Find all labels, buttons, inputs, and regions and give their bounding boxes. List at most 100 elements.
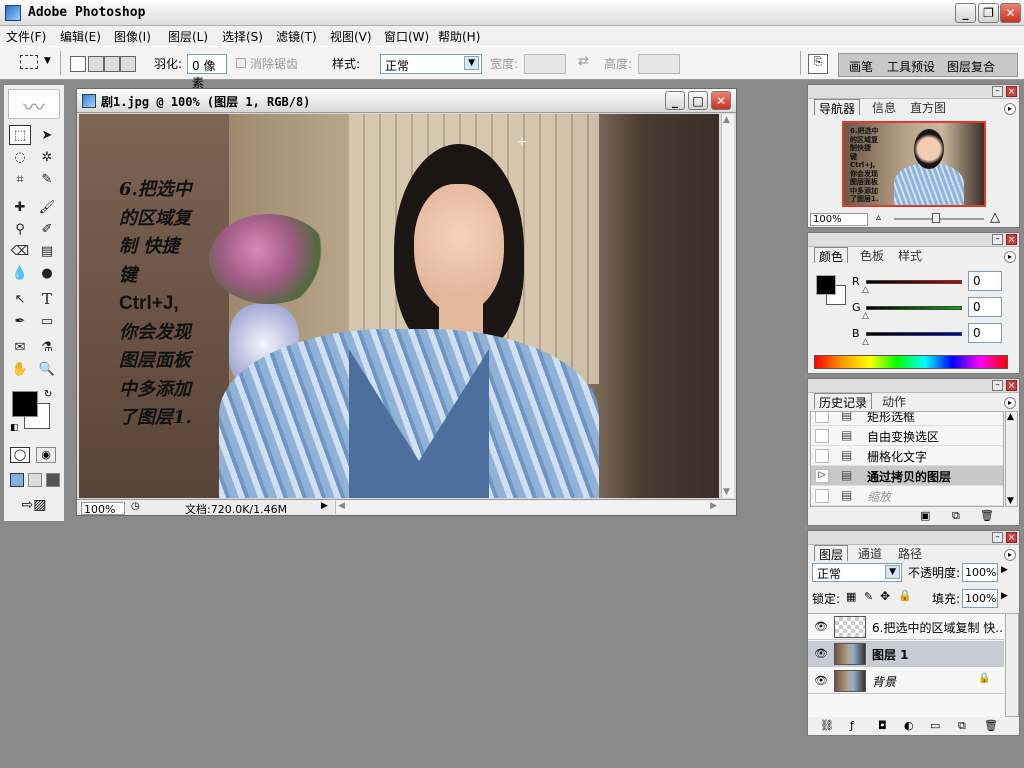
eyedropper-icon[interactable]: ⚗ [36, 337, 58, 357]
full-screen-menu-icon[interactable] [28, 473, 42, 487]
history-item[interactable]: ▷ ▤ 通过拷贝的图层 [811, 466, 1003, 486]
swap-colors-icon[interactable]: ↻ [44, 389, 52, 400]
menu-layer[interactable]: 图层(L) [168, 28, 208, 45]
history-brush-source-box[interactable] [815, 412, 829, 423]
style-select[interactable]: 正常 ▼ [380, 54, 482, 74]
clone-stamp-icon[interactable]: ⚲ [9, 219, 31, 239]
doc-minimize-button[interactable]: _ [665, 91, 685, 110]
well-tab-tool-presets[interactable]: 工具预设 [887, 58, 935, 75]
new-selection-icon[interactable] [70, 56, 86, 72]
status-menu-arrow-icon[interactable]: ▶ [321, 501, 328, 511]
panel-menu-icon[interactable]: ▸ [1004, 251, 1016, 263]
scroll-up-icon[interactable]: ▲ [723, 115, 730, 125]
zoom-in-icon[interactable]: △ [990, 210, 1000, 225]
height-input[interactable] [638, 54, 680, 74]
dodge-icon[interactable]: ● [36, 263, 58, 283]
history-brush-source-box[interactable] [815, 489, 829, 503]
move-tool-icon[interactable]: ➤ [36, 125, 58, 145]
menu-edit[interactable]: 编辑(E) [60, 28, 101, 45]
subtract-selection-icon[interactable] [104, 56, 120, 72]
tab-navigator[interactable]: 导航器 [814, 99, 861, 116]
trash-icon[interactable]: 🗑 [980, 509, 994, 522]
marquee-preset-icon[interactable] [20, 55, 38, 69]
tab-channels[interactable]: 通道 [854, 545, 886, 561]
fill-arrow-icon[interactable]: ▶ [1001, 591, 1008, 601]
close-button[interactable]: ✕ [1000, 3, 1021, 23]
blur-icon[interactable]: 💧 [9, 263, 31, 283]
menu-file[interactable]: 文件(F) [6, 28, 46, 45]
intersect-selection-icon[interactable] [120, 56, 136, 72]
foreground-color-swatch[interactable] [12, 391, 38, 417]
notes-icon[interactable]: ✉ [9, 337, 31, 357]
tab-history[interactable]: 历史记录 [814, 393, 873, 410]
new-layer-icon[interactable]: ⧉ [958, 719, 966, 733]
add-selection-icon[interactable] [88, 56, 104, 72]
vertical-scrollbar[interactable]: ▲ ▼ [721, 114, 734, 498]
menu-filter[interactable]: 滤镜(T) [276, 28, 317, 45]
layer-mask-icon[interactable]: ◘ [878, 719, 887, 732]
panel-close-icon[interactable]: × [1006, 234, 1017, 245]
brush-icon[interactable]: 🖌 [36, 197, 58, 217]
tab-color[interactable]: 颜色 [814, 247, 849, 264]
channel-slider[interactable] [866, 306, 962, 310]
zoom-icon[interactable]: 🔍 [36, 359, 58, 379]
scroll-down-icon[interactable]: ▼ [723, 487, 730, 497]
slider-thumb-icon[interactable]: △ [862, 285, 869, 295]
panel-menu-icon[interactable]: ▸ [1004, 103, 1016, 115]
well-tab-layer-comps[interactable]: 图层复合 [947, 58, 995, 75]
doc-close-button[interactable]: ✕ [711, 91, 731, 110]
channel-value-input[interactable]: 0 [968, 271, 1002, 291]
color-foreground-swatch[interactable] [816, 275, 836, 295]
gradient-icon[interactable]: ▤ [36, 241, 58, 261]
link-layers-icon[interactable]: ⛓ [820, 719, 834, 732]
menu-help[interactable]: 帮助(H) [438, 28, 480, 45]
quick-mask-mode-icon[interactable]: ◉ [36, 447, 56, 463]
panel-menu-icon[interactable]: ▸ [1004, 549, 1016, 561]
status-info-icon[interactable]: ◷ [131, 501, 140, 512]
opacity-input[interactable]: 100% [962, 563, 998, 582]
full-screen-icon[interactable] [46, 473, 60, 487]
rect-marquee-icon[interactable]: ⬚ [9, 125, 31, 145]
slice-icon[interactable]: ✎ [36, 169, 58, 189]
layer-style-icon[interactable]: ƒ [850, 719, 854, 732]
lock-image-icon[interactable]: ✎ [864, 590, 873, 603]
magic-wand-icon[interactable]: ✲ [36, 147, 58, 167]
lasso-icon[interactable]: ◌ [9, 147, 31, 167]
history-brush-source-box[interactable]: ▷ [815, 469, 829, 483]
menu-view[interactable]: 视图(V) [330, 28, 372, 45]
layer-row[interactable]: 👁 背景 🔒 [808, 668, 1004, 694]
scroll-down-icon[interactable]: ▼ [1007, 496, 1014, 506]
swap-icon[interactable]: ⇄ [578, 54, 589, 69]
slider-thumb-icon[interactable] [932, 213, 940, 223]
panel-close-icon[interactable]: × [1006, 86, 1017, 97]
width-input[interactable] [524, 54, 566, 74]
minimize-button[interactable]: _ [955, 3, 976, 23]
history-item[interactable]: ▤ 栅格化文字 [811, 446, 1003, 466]
trash-icon[interactable]: 🗑 [984, 719, 998, 732]
crop-icon[interactable]: ⌗ [9, 169, 31, 189]
scroll-left-icon[interactable]: ◀ [338, 501, 345, 511]
blend-mode-select[interactable]: 正常 ▼ [812, 563, 902, 582]
history-brush-source-box[interactable] [815, 449, 829, 463]
restore-button[interactable]: ❐ [978, 3, 999, 23]
jump-to-imageready-icon[interactable]: ⇨▨ [10, 497, 58, 515]
opacity-arrow-icon[interactable]: ▶ [1001, 565, 1008, 575]
horizontal-scrollbar[interactable]: ◀ ▶ [335, 501, 719, 514]
eye-icon[interactable]: 👁 [813, 647, 829, 661]
panel-minimize-icon[interactable]: – [992, 380, 1003, 391]
default-colors-icon[interactable]: ◧ [10, 423, 19, 433]
well-tab-brushes[interactable]: 画笔 [849, 58, 873, 75]
adjustment-layer-icon[interactable]: ◐ [904, 719, 914, 732]
image-canvas[interactable]: 6.把选中 的区域复 制 快捷 键 Ctrl+J, 你会发现 图层面板 中多添加… [79, 114, 719, 498]
menu-select[interactable]: 选择(S) [222, 28, 263, 45]
history-item[interactable]: ▤ 自由变换选区 [811, 426, 1003, 446]
lock-position-icon[interactable]: ✥ [880, 589, 890, 603]
type-tool-icon[interactable]: T [36, 289, 58, 309]
slider-thumb-icon[interactable]: △ [862, 311, 869, 321]
panel-minimize-icon[interactable]: – [992, 532, 1003, 543]
eraser-icon[interactable]: ⌫ [9, 241, 31, 261]
menu-image[interactable]: 图像(I) [114, 28, 151, 45]
navigator-thumbnail[interactable]: 6.把选中 的区域复 制快捷 键 Ctrl+J, 你会发现 图层面板 中多添加 … [842, 121, 986, 207]
tab-swatches[interactable]: 色板 [856, 247, 888, 263]
tab-info[interactable]: 信息 [868, 99, 900, 115]
